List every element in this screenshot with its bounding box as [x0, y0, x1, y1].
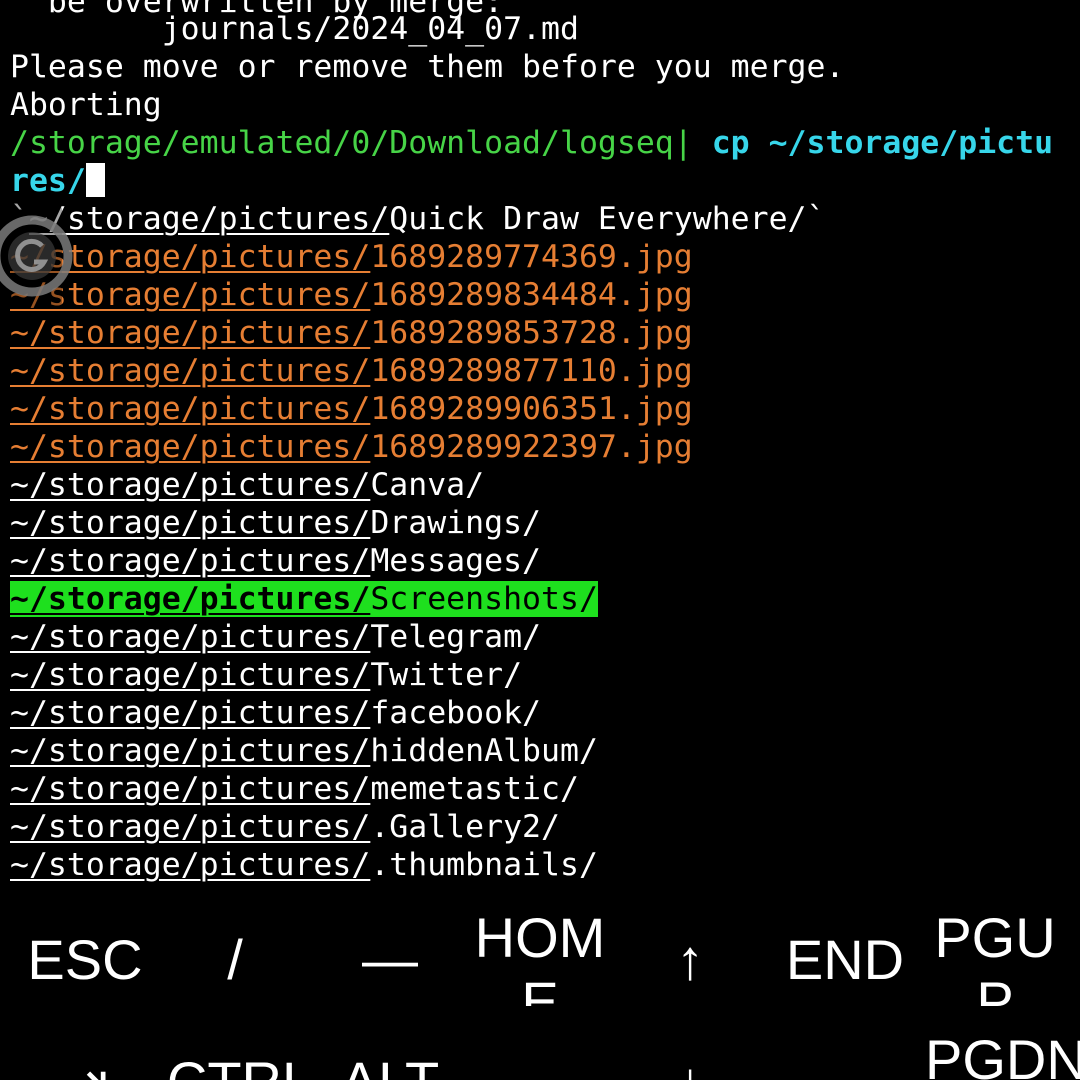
- completion-item-directory[interactable]: ~/storage/pictures/Twitter/: [10, 656, 522, 694]
- arrow-down-key[interactable]: ↓: [630, 1050, 750, 1080]
- completion-prefix: ~/storage/pictures/: [10, 619, 371, 655]
- completion-prefix: ~/storage/pictures/: [10, 353, 371, 389]
- completion-prefix: ~/storage/pictures/: [10, 467, 371, 503]
- completion-item-directory[interactable]: ~/storage/pictures/.thumbnails/: [10, 846, 598, 884]
- completion-item-image[interactable]: ~/storage/pictures/1689289877110.jpg: [10, 352, 693, 390]
- completion-prefix: ~/storage/pictures/: [10, 809, 371, 845]
- completion-prefix: ~/storage/pictures/: [10, 847, 371, 883]
- pgup-key[interactable]: PGUP: [925, 906, 1065, 1006]
- completion-name: 1689289877110.jpg: [370, 353, 693, 389]
- termux-screen: be overwritten by merge: journals/2024_0…: [0, 0, 1080, 1080]
- terminal-output[interactable]: be overwritten by merge: journals/2024_0…: [0, 0, 1080, 890]
- completion-prefix: ~/storage/pictures/: [10, 733, 371, 769]
- completion-name: 1689289834484.jpg: [370, 277, 693, 313]
- completion-quote: `: [10, 201, 29, 237]
- arrow-up-key[interactable]: ↑: [630, 928, 750, 992]
- completion-item-directory[interactable]: ~/storage/pictures/Telegram/: [10, 618, 541, 656]
- selection-highlight: ~/storage/pictures/Screenshots/: [10, 581, 598, 617]
- completion-name: hiddenAlbum/: [370, 733, 598, 769]
- esc-key[interactable]: ESC: [20, 928, 150, 992]
- arrow-left-key[interactable]: ←: [475, 1050, 605, 1080]
- completion-item-image[interactable]: ~/storage/pictures/1689289922397.jpg: [10, 428, 693, 466]
- aborting-line: Aborting: [10, 87, 162, 123]
- completion-name: Drawings/: [370, 505, 542, 541]
- completion-prefix: ~/storage/pictures/: [10, 429, 371, 465]
- slash-key[interactable]: /: [175, 928, 295, 992]
- completion-item-image[interactable]: ~/storage/pictures/1689289834484.jpg: [10, 276, 693, 314]
- completion-item-directory[interactable]: ~/storage/pictures/Canva/: [10, 466, 484, 504]
- conflict-file-line: journals/2024_04_07.md: [10, 11, 579, 47]
- home-key[interactable]: HOME: [470, 906, 610, 1006]
- completion-name: .Gallery2/: [370, 809, 560, 845]
- completion-name: 1689289906351.jpg: [370, 391, 693, 427]
- ctrl-key[interactable]: CTRL: [160, 1050, 320, 1080]
- completion-item-selected[interactable]: ~/storage/pictures/Screenshots/: [10, 580, 598, 618]
- alt-key[interactable]: ALT: [325, 1050, 455, 1080]
- completion-name: 1689289853728.jpg: [370, 315, 693, 351]
- completion-item-directory[interactable]: ~/storage/pictures/Messages/: [10, 542, 541, 580]
- completion-name: memetastic/: [370, 771, 579, 807]
- completion-prefix: ~/storage/pictures/: [10, 505, 371, 541]
- completion-item-directory[interactable]: ~/storage/pictures/hiddenAlbum/: [10, 732, 598, 770]
- completion-prefix: ~/storage/pictures/: [10, 771, 371, 807]
- completion-prefix: ~/storage/pictures/: [10, 657, 371, 693]
- command-text-continued: res/: [10, 163, 86, 199]
- completion-item[interactable]: `~/storage/pictures/Quick Draw Everywher…: [10, 200, 825, 238]
- text-cursor: [85, 163, 105, 197]
- completion-prefix: ~/storage/pictures/: [10, 543, 371, 579]
- completion-name: Canva/: [370, 467, 485, 503]
- arrow-right-key[interactable]: →: [780, 1050, 910, 1080]
- completion-item-image[interactable]: ~/storage/pictures/1689289853728.jpg: [10, 314, 693, 352]
- completion-prefix: ~/storage/pictures/: [10, 391, 371, 427]
- end-key[interactable]: END: [780, 928, 910, 992]
- completion-item-directory[interactable]: ~/storage/pictures/Drawings/: [10, 504, 541, 542]
- completion-name: facebook/: [370, 695, 542, 731]
- pgdn-key[interactable]: PGDN: [925, 1028, 1080, 1080]
- prompt-line-continued: res/: [10, 162, 105, 200]
- completion-name: Screenshots/: [370, 581, 598, 617]
- tab-key[interactable]: ⇥: [20, 1050, 150, 1080]
- completion-item-directory[interactable]: ~/storage/pictures/.Gallery2/: [10, 808, 560, 846]
- extra-keys-bar: ESC / — HOME ↑ END PGUP ⇥ CTRL ALT ← ↓ →…: [0, 890, 1080, 1080]
- completion-prefix: ~/storage/pictures/: [10, 581, 371, 617]
- completion-prefix: ~/storage/pictures/: [10, 315, 371, 351]
- prompt-cwd: /storage/emulated/0/Download/logseq: [10, 125, 674, 161]
- completion-name: Quick Draw Everywhere/`: [389, 201, 826, 237]
- completion-name: Telegram/: [370, 619, 542, 655]
- completion-name: 1689289774369.jpg: [370, 239, 693, 275]
- error-message-line: Please move or remove them before you me…: [10, 49, 845, 85]
- completion-prefix: ~/storage/pictures/: [28, 201, 390, 237]
- completion-item-image[interactable]: ~/storage/pictures/1689289906351.jpg: [10, 390, 693, 428]
- completion-item-directory[interactable]: ~/storage/pictures/memetastic/: [10, 770, 579, 808]
- completion-prefix: ~/storage/pictures/: [10, 277, 371, 313]
- prompt-line: /storage/emulated/0/Download/logseq| cp …: [10, 124, 1053, 162]
- prompt-separator: |: [673, 125, 693, 161]
- completion-name: 1689289922397.jpg: [370, 429, 693, 465]
- completion-item-directory[interactable]: ~/storage/pictures/facebook/: [10, 694, 541, 732]
- completion-name: Messages/: [370, 543, 542, 579]
- completion-name: Twitter/: [370, 657, 523, 693]
- completion-name: .thumbnails/: [370, 847, 598, 883]
- completion-prefix: ~/storage/pictures/: [10, 695, 371, 731]
- completion-prefix: ~/storage/pictures/: [10, 239, 371, 275]
- command-text: cp ~/storage/pictu: [692, 125, 1054, 161]
- completion-item-image[interactable]: ~/storage/pictures/1689289774369.jpg: [10, 238, 693, 276]
- dash-key[interactable]: —: [330, 928, 450, 992]
